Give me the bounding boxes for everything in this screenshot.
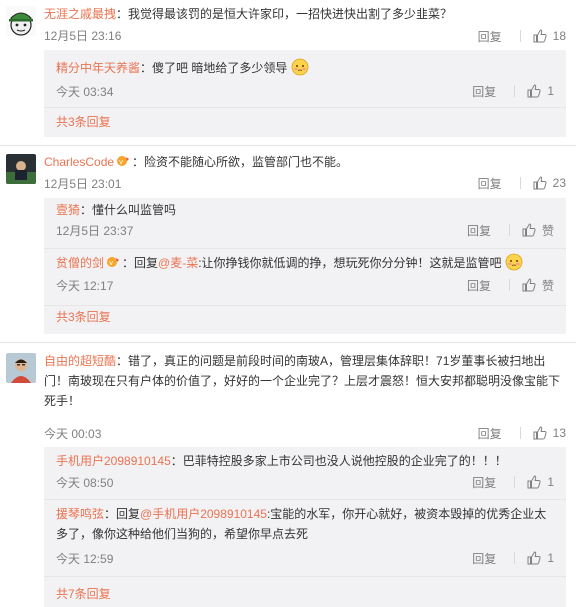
mention-link[interactable]: @手机用户2098910145: [140, 507, 267, 521]
reply-prefix: ：回复: [104, 507, 141, 521]
divider: [514, 85, 516, 97]
reply-text: ：傻了吧 暗地给了多少领导: [140, 61, 288, 75]
reply-username[interactable]: 精分中年天养酱: [56, 61, 140, 75]
reply-time: 今天 12:17: [56, 279, 114, 293]
comment-time: 12月5日 23:01: [44, 177, 122, 191]
reply-text-continued: 多了，像你这种给他们当狗的，希望你早点去死: [56, 527, 309, 541]
reply-username[interactable]: 手机用户2098910145: [56, 454, 171, 468]
like-count: 1: [547, 84, 554, 98]
reply-button[interactable]: 回复: [472, 474, 496, 491]
comment-username[interactable]: 自由的超短酷: [44, 354, 116, 368]
divider: [508, 224, 510, 236]
divider: [519, 427, 521, 439]
reply-button[interactable]: 回复: [478, 175, 502, 192]
divider: [519, 30, 521, 42]
replies-box: 手机用户2098910145：巴菲特控股多家上市公司也没人说他控股的企业完了的！…: [44, 447, 566, 607]
reply-text: :宝能的水军，你开心就好，被资本毁掉的优秀企业太: [266, 507, 547, 521]
reply-username[interactable]: 壹猗: [56, 203, 80, 217]
reply-button[interactable]: 回复: [467, 277, 491, 294]
divider: [519, 177, 521, 189]
like-count: 1: [547, 475, 554, 489]
shy-face-emoji-icon: [291, 58, 309, 76]
reply-button[interactable]: 回复: [467, 222, 491, 239]
like-label: 赞: [541, 223, 554, 238]
like-label: 赞: [541, 278, 554, 293]
like-count: 13: [552, 426, 566, 440]
avatar[interactable]: [6, 353, 36, 383]
thumbs-up-icon[interactable]: [533, 29, 547, 43]
comment-text: ：险资不能随心所欲，监管部门也不能。: [132, 155, 349, 169]
thumbs-up-icon[interactable]: [522, 278, 536, 292]
reply-button[interactable]: 回复: [478, 28, 502, 45]
comment-username[interactable]: CharlesCode: [44, 155, 114, 169]
replies-box: 壹猗：懂什么叫监管吗 12月5日 23:37 回复 赞 贫僧的剑 v ：回复@麦-菜…: [44, 198, 566, 334]
reply-button[interactable]: 回复: [472, 550, 496, 567]
avatar[interactable]: [6, 154, 36, 184]
comment-text: ：错了，真正的问题是前段时间的南玻A，管理层集体辞职！71岁董事长被扫地出: [116, 354, 546, 368]
comment-actions: 回复 13: [478, 424, 566, 442]
reply-actions: 回复 1: [472, 549, 554, 567]
comment: CharlesCode v ：险资不能随心所欲，监管部门也不能。 12月5日 23:…: [0, 146, 576, 343]
sub-reply: 援琴鸣弦：回复@手机用户2098910145:宝能的水军，你开心就好，被资本毁掉…: [44, 500, 566, 577]
vip-badge-icon: v: [116, 153, 130, 166]
comment-actions: 回复 23: [478, 174, 566, 192]
svg-text:v: v: [109, 259, 113, 267]
more-replies-link[interactable]: 共3条回复: [56, 308, 111, 325]
reply-username[interactable]: 贫僧的剑: [56, 256, 104, 270]
reply-actions: 回复 赞: [467, 221, 554, 239]
comment: 无涯之戚最拽：我觉得最该罚的是恒大许家印，一招快进快出割了多少韭菜？ 12月5日…: [0, 0, 576, 146]
more-replies-link[interactable]: 共3条回复: [56, 113, 111, 130]
reply-actions: 回复 赞: [467, 276, 554, 294]
shy-face-emoji-icon: [505, 253, 523, 271]
vip-badge-icon: v: [106, 254, 120, 267]
reply-text: :让你挣钱你就低调的挣，想玩死你分分钟！这就是监管吧: [198, 256, 502, 270]
sub-reply: 壹猗：懂什么叫监管吗 12月5日 23:37 回复 赞: [44, 198, 566, 249]
thumbs-up-icon[interactable]: [527, 475, 541, 489]
reply-time: 12月5日 23:37: [56, 224, 134, 238]
comment-feed: 无涯之戚最拽：我觉得最该罚的是恒大许家印，一招快进快出割了多少韭菜？ 12月5日…: [0, 0, 576, 607]
like-count: 18: [552, 29, 566, 43]
reply-time: 今天 03:34: [56, 85, 114, 99]
like-count: 1: [547, 551, 554, 565]
comment-text-continued: 死手！: [44, 394, 81, 408]
divider: [508, 279, 510, 291]
divider: [514, 476, 516, 488]
replies-box: 精分中年天养酱：傻了吧 暗地给了多少领导 今天 03:34 回复 1 共3条回复: [44, 50, 566, 137]
comment-text-continued: 门！南玻现在只有户体的价值了，好好的一个企业完了？上层才震怒！恒大安邦都聪明没像…: [44, 374, 561, 388]
comment-username[interactable]: 无涯之戚最拽: [44, 7, 116, 21]
comment-time: 今天 00:03: [44, 427, 102, 441]
mention-link[interactable]: @麦-菜: [158, 256, 198, 270]
comment: 自由的超短酷：错了，真正的问题是前段时间的南玻A，管理层集体辞职！71岁董事长被…: [0, 343, 576, 607]
like-count: 23: [552, 176, 566, 190]
reply-prefix: ：回复: [122, 256, 159, 270]
reply-actions: 回复 1: [472, 473, 554, 491]
divider: [514, 552, 516, 564]
avatar[interactable]: [6, 6, 36, 36]
reply-username[interactable]: 援琴鸣弦: [56, 507, 104, 521]
reply-time: 今天 12:59: [56, 552, 114, 566]
reply-actions: 回复 1: [472, 82, 554, 100]
reply-text: ：懂什么叫监管吗: [80, 203, 177, 217]
sub-reply: 贫僧的剑 v ：回复@麦-菜:让你挣钱你就低调的挣，想玩死你分分钟！这就是监管吧 今…: [44, 249, 566, 306]
thumbs-up-icon[interactable]: [527, 84, 541, 98]
comment-time: 12月5日 23:16: [44, 29, 122, 43]
comment-actions: 回复 18: [478, 27, 566, 45]
reply-text: ：巴菲特控股多家上市公司也没人说他控股的企业完了的！！！: [170, 454, 507, 468]
thumbs-up-icon[interactable]: [533, 426, 547, 440]
thumbs-up-icon[interactable]: [522, 223, 536, 237]
sub-reply: 手机用户2098910145：巴菲特控股多家上市公司也没人说他控股的企业完了的！…: [44, 447, 566, 500]
sub-reply: 精分中年天养酱：傻了吧 暗地给了多少领导 今天 03:34 回复 1: [44, 50, 566, 108]
comment-text: ：我觉得最该罚的是恒大许家印，一招快进快出割了多少韭菜？: [116, 7, 453, 21]
reply-button[interactable]: 回复: [478, 425, 502, 442]
reply-button[interactable]: 回复: [472, 83, 496, 100]
thumbs-up-icon[interactable]: [533, 176, 547, 190]
svg-text:v: v: [119, 158, 123, 166]
thumbs-up-icon[interactable]: [527, 551, 541, 565]
reply-time: 今天 08:50: [56, 476, 114, 490]
